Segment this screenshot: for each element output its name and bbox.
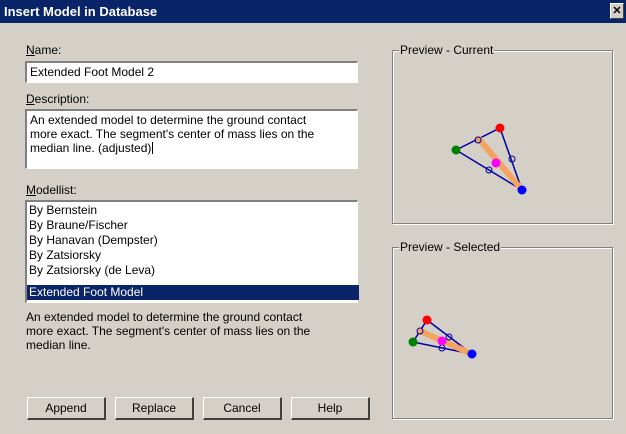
title-bar: Insert Model in Database ✕ — [0, 0, 626, 23]
description-label: Description: — [26, 92, 90, 106]
preview-current-canvas — [451, 123, 527, 195]
model-listbox[interactable]: By Bernstein By Braune/Fischer By Hanava… — [25, 200, 359, 303]
point-red — [495, 123, 505, 133]
list-item[interactable]: By Zatsiorsky (de Leva) — [27, 263, 359, 278]
description-line: An extended model to determine the groun… — [30, 113, 307, 127]
point-red — [422, 315, 432, 325]
modellist-label: Modellist: — [26, 183, 77, 197]
name-input-value: Extended Foot Model 2 — [30, 65, 155, 79]
list-item[interactable]: By Zatsiorsky — [27, 248, 359, 263]
list-item[interactable]: By Braune/Fischer — [27, 218, 359, 233]
description-textarea[interactable]: An extended model to determine the groun… — [25, 109, 358, 169]
replace-button[interactable]: Replace — [115, 397, 194, 420]
list-item[interactable]: By Hanavan (Dempster) — [27, 233, 359, 248]
help-button[interactable]: Help — [291, 397, 370, 420]
point-green — [408, 337, 418, 347]
selected-model-description: An extended model to determine the groun… — [26, 310, 311, 352]
description-line: median line. (adjusted) — [30, 141, 154, 155]
point-blue — [517, 185, 527, 195]
description-line: more exact. The segment's center of mass… — [30, 127, 315, 141]
point-magenta — [491, 158, 501, 168]
append-button[interactable]: Append — [27, 397, 106, 420]
text-caret — [152, 142, 154, 154]
name-label: Name: — [26, 43, 62, 57]
close-icon[interactable]: ✕ — [610, 3, 624, 19]
median-line — [476, 136, 525, 193]
list-item[interactable]: By Bernstein — [27, 203, 359, 218]
preview-selected-canvas — [408, 315, 477, 359]
point-magenta — [437, 336, 447, 346]
cancel-button[interactable]: Cancel — [203, 397, 282, 420]
list-item-selected[interactable]: Extended Foot Model — [27, 285, 359, 300]
name-input[interactable]: Extended Foot Model 2 — [25, 61, 358, 83]
point-blue — [467, 349, 477, 359]
window-title: Insert Model in Database — [4, 4, 158, 19]
point-green — [451, 145, 461, 155]
